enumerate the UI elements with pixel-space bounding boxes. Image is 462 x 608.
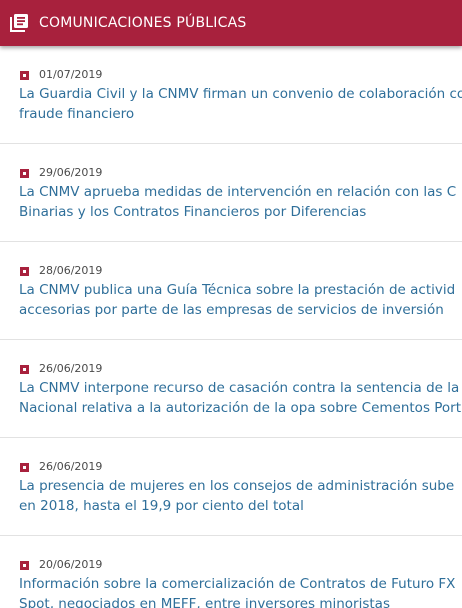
news-title[interactable]: La presencia de mujeres en los consejos …: [19, 476, 462, 516]
news-date-row: 26/06/2019: [20, 362, 102, 376]
news-date-row: 26/06/2019: [20, 460, 102, 474]
news-title-line: Binarias y los Contratos Financieros por…: [19, 204, 367, 220]
bullet-icon: [20, 462, 29, 472]
bullet-icon: [20, 364, 29, 374]
news-title[interactable]: La Guardia Civil y la CNMV firman un con…: [19, 84, 462, 124]
news-list-icon[interactable]: [9, 13, 29, 33]
news-title-line: accesorias por parte de las empresas de …: [19, 302, 444, 318]
bullet-icon: [20, 560, 29, 570]
news-title[interactable]: La CNMV interpone recurso de casación co…: [19, 378, 462, 418]
news-title-line: Spot, negociados en MEFF, entre inversor…: [19, 596, 390, 608]
news-item[interactable]: 26/06/2019 La CNMV interpone recurso de …: [0, 340, 462, 438]
news-item[interactable]: 26/06/2019 La presencia de mujeres en lo…: [0, 438, 462, 536]
bullet-icon: [20, 70, 29, 80]
news-title-line: La Guardia Civil y la CNMV firman un con…: [19, 86, 462, 102]
page-title: COMUNICACIONES PÚBLICAS: [39, 15, 247, 31]
news-date: 01/07/2019: [39, 68, 103, 81]
news-title-line: La CNMV publica una Guía Técnica sobre l…: [19, 282, 456, 298]
news-item[interactable]: 28/06/2019 La CNMV publica una Guía Técn…: [0, 242, 462, 340]
news-list: 01/07/2019 La Guardia Civil y la CNMV fi…: [0, 46, 462, 608]
news-item[interactable]: 29/06/2019 La CNMV aprueba medidas de in…: [0, 144, 462, 242]
news-date: 29/06/2019: [39, 166, 103, 179]
news-title[interactable]: La CNMV publica una Guía Técnica sobre l…: [19, 280, 462, 320]
news-title-line: La presencia de mujeres en los consejos …: [19, 478, 455, 494]
news-date-row: 29/06/2019: [20, 166, 102, 180]
news-title-line: fraude financiero: [19, 106, 135, 122]
bullet-icon: [20, 266, 29, 276]
news-date: 26/06/2019: [39, 362, 103, 375]
news-date-row: 28/06/2019: [20, 264, 102, 278]
news-date: 20/06/2019: [39, 558, 103, 571]
news-date-row: 20/06/2019: [20, 558, 102, 572]
news-title-line: Nacional relativa a la autorización de l…: [19, 400, 462, 416]
news-title-line: La CNMV interpone recurso de casación co…: [19, 380, 460, 396]
news-title-line: La CNMV aprueba medidas de intervención …: [19, 184, 457, 200]
news-title[interactable]: La CNMV aprueba medidas de intervención …: [19, 182, 462, 222]
news-title-line: Información sobre la comercialización de…: [19, 576, 456, 592]
news-item[interactable]: 20/06/2019 Información sobre la comercia…: [0, 536, 462, 608]
bullet-icon: [20, 168, 29, 178]
news-date: 28/06/2019: [39, 264, 103, 277]
news-date: 26/06/2019: [39, 460, 103, 473]
news-item[interactable]: 01/07/2019 La Guardia Civil y la CNMV fi…: [0, 46, 462, 144]
app-header: COMUNICACIONES PÚBLICAS: [0, 0, 462, 46]
news-date-row: 01/07/2019: [20, 68, 102, 82]
news-title[interactable]: Información sobre la comercialización de…: [19, 574, 462, 608]
news-title-line: en 2018, hasta el 19,9 por ciento del to…: [19, 498, 304, 514]
